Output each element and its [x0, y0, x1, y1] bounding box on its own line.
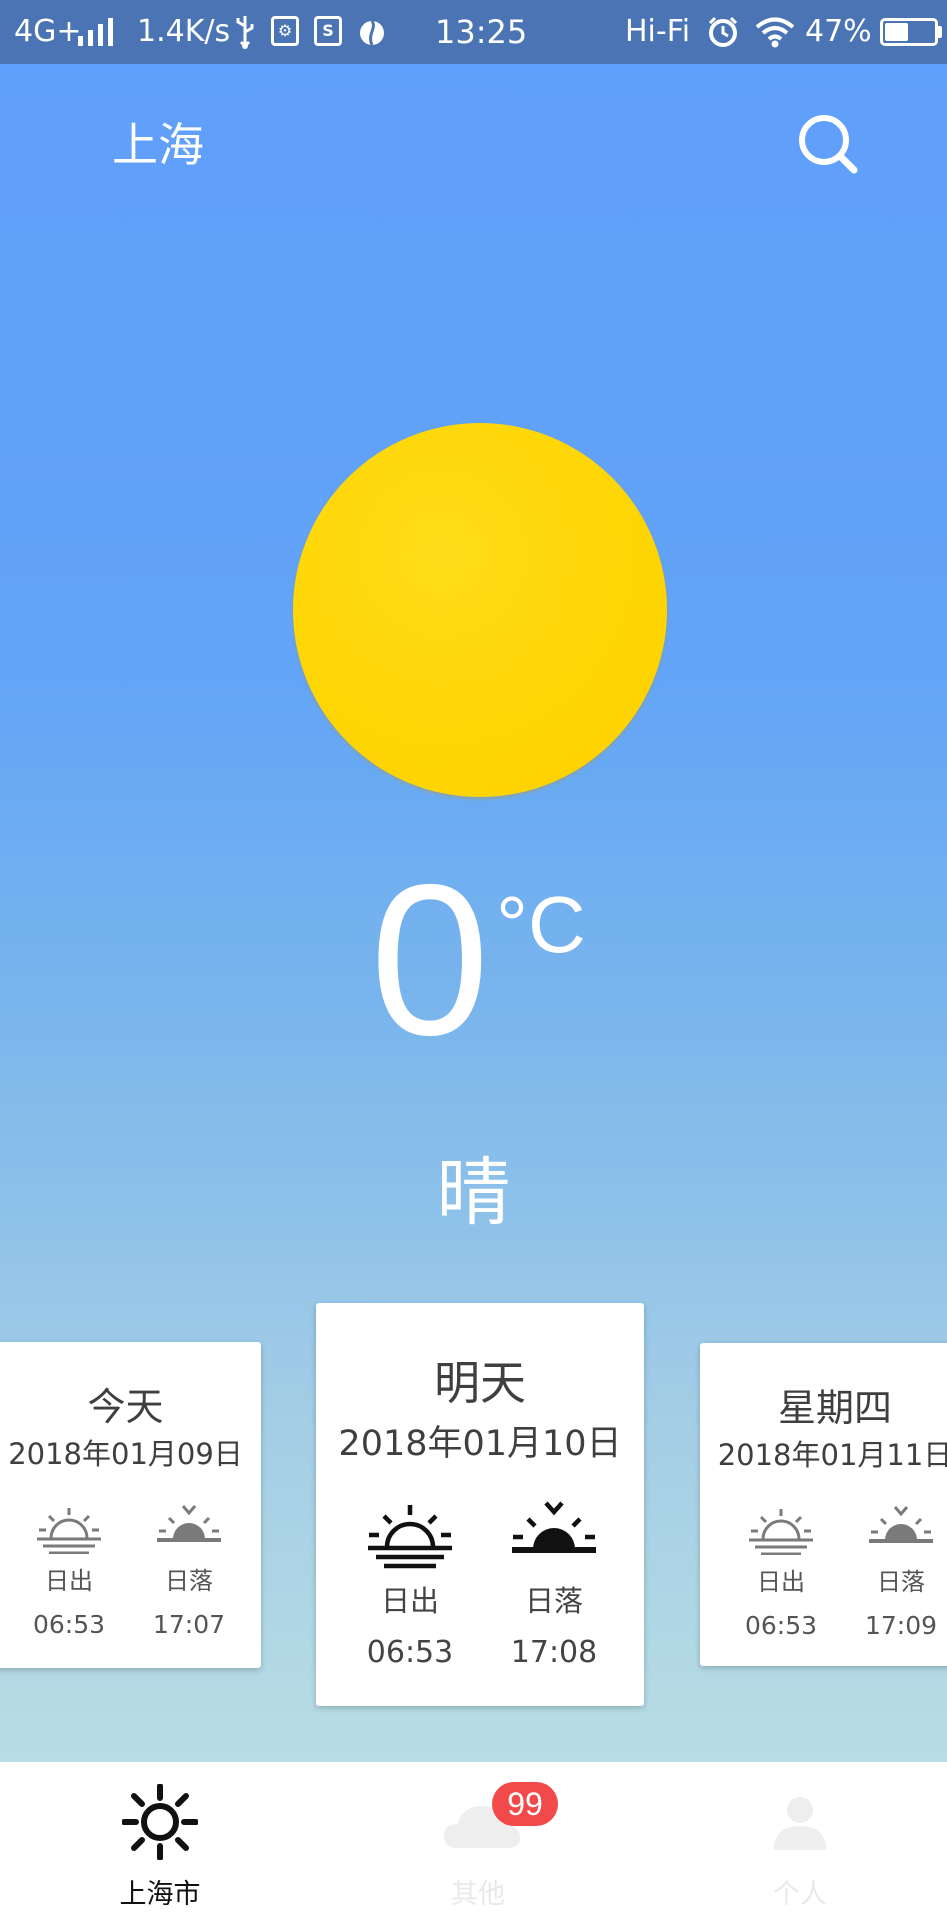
usb-debug-icon: ⚙: [271, 16, 299, 46]
hifi-label: Hi-Fi: [625, 14, 691, 49]
sunrise-cell: 日出 06:53: [736, 1503, 826, 1641]
sunset-icon: [157, 1505, 221, 1542]
person-icon: [774, 1797, 826, 1850]
bottom-navigation: 上海市 其他 个人: [0, 1762, 947, 1920]
temperature-value: 0: [370, 839, 490, 1080]
network-type: 4G+: [14, 14, 82, 49]
forecast-card-thursday[interactable]: 星期四 2018年01月11日 日出 06:53 日落 17:09: [700, 1343, 947, 1666]
sunset-label: 日落: [524, 1584, 583, 1618]
weather-sun-icon: [293, 423, 667, 797]
sun-icon: [122, 1784, 198, 1860]
sunset-time: 17:07: [152, 1610, 226, 1639]
forecast-day: 明天: [434, 1356, 526, 1410]
sunset-icon: [512, 1501, 596, 1553]
sunrise-icon: [368, 1505, 452, 1569]
sunset-label: 日落: [877, 1568, 925, 1596]
app-notification-icon: [357, 16, 387, 56]
battery-tip: [938, 26, 942, 38]
sunrise-icon: [37, 1508, 101, 1554]
sunset-time: 17:08: [510, 1635, 598, 1670]
sunrise-label: 日出: [380, 1584, 439, 1618]
clock-time: 13:25: [435, 13, 528, 51]
signal-icon: [76, 18, 116, 46]
sunset-cell: 日落 17:08: [500, 1499, 608, 1671]
sunrise-time: 06:53: [32, 1610, 106, 1639]
forecast-day: 今天: [87, 1385, 164, 1429]
sunset-cell: 日落 17:09: [856, 1503, 946, 1641]
status-bar: 4G+ 1.4K/s ⚙ S 13:25 Hi-Fi 47%: [0, 0, 947, 64]
sunset-icon: [869, 1506, 933, 1543]
sunset-label: 日落: [165, 1567, 213, 1595]
temperature-unit: °C: [496, 880, 586, 969]
notification-badge: 99: [492, 1782, 558, 1826]
battery-icon: [880, 18, 938, 46]
sunrise-time: 06:53: [366, 1635, 454, 1670]
forecast-card-tomorrow[interactable]: 明天 2018年01月10日 日出 06:53 日落 17:08: [316, 1303, 644, 1706]
sunrise-cell: 日出 06:53: [356, 1499, 464, 1671]
alarm-icon: [706, 15, 740, 57]
sunset-cell: 日落 17:07: [144, 1502, 234, 1640]
nav-label-other: 其他: [451, 1879, 505, 1910]
sunrise-label: 日出: [45, 1567, 93, 1595]
weather-condition: 晴: [436, 1150, 511, 1236]
nav-label-profile: 个人: [773, 1879, 827, 1910]
wifi-icon: [754, 16, 796, 56]
battery-percent: 47%: [805, 14, 872, 49]
forecast-date: 2018年01月11日: [717, 1438, 947, 1472]
sunset-time: 17:09: [864, 1611, 938, 1640]
sunrise-label: 日出: [757, 1568, 805, 1596]
search-icon: [799, 115, 858, 174]
sunrise-cell: 日出 06:53: [24, 1502, 114, 1640]
search-button[interactable]: [796, 112, 862, 178]
nav-item-home[interactable]: 上海市: [60, 1762, 260, 1920]
forecast-card-today[interactable]: 今天 2018年01月09日 日出 06:53 日落 17:07: [0, 1342, 261, 1668]
city-title[interactable]: 上海: [112, 115, 204, 175]
usb-icon: [234, 14, 256, 58]
sunrise-icon: [749, 1509, 813, 1555]
nav-item-profile[interactable]: 个人: [700, 1762, 900, 1920]
forecast-date: 2018年01月09日: [8, 1437, 243, 1471]
forecast-date: 2018年01月10日: [338, 1424, 622, 1464]
battery-level: [885, 23, 908, 41]
nav-label-home: 上海市: [119, 1879, 201, 1910]
s-app-icon: S: [314, 16, 342, 46]
forecast-day: 星期四: [777, 1386, 892, 1430]
sunrise-time: 06:53: [744, 1611, 818, 1640]
network-speed: 1.4K/s: [137, 14, 231, 49]
